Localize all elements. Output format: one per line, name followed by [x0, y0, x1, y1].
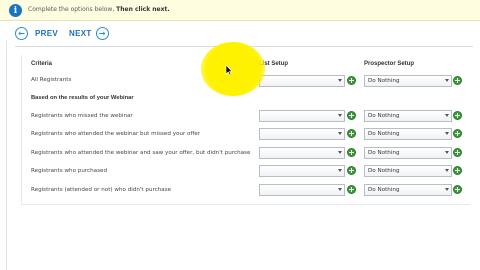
chevron-down-icon [445, 169, 449, 172]
chevron-down-icon [338, 151, 342, 154]
plus-icon[interactable]: + [453, 129, 462, 138]
plus-icon[interactable]: + [453, 76, 462, 85]
list-setup-select[interactable] [259, 110, 345, 122]
next-label: NEXT [69, 29, 92, 38]
prospector-setup-value: Do Nothing [368, 113, 400, 119]
cursor-highlight [201, 42, 265, 96]
prospector-setup-select[interactable]: Do Nothing [364, 184, 452, 196]
row-criteria: Registrants (attended or not) who didn't… [31, 187, 172, 193]
plus-icon[interactable]: + [453, 111, 462, 120]
chevron-down-icon [445, 151, 449, 154]
arrow-left-icon: ← [15, 27, 28, 40]
prospector-setup-select[interactable]: Do Nothing [364, 128, 452, 140]
list-setup-select[interactable] [259, 128, 345, 140]
section-title: Based on the results of your Webinar [31, 95, 134, 101]
prospector-setup-value: Do Nothing [368, 131, 400, 137]
next-button[interactable]: NEXT → [69, 27, 109, 40]
plus-icon[interactable]: + [453, 185, 462, 194]
list-setup-select[interactable] [259, 184, 345, 196]
chevron-down-icon [338, 188, 342, 191]
prospector-setup-select[interactable]: Do Nothing [364, 165, 452, 177]
prospector-setup-value: Do Nothing [368, 168, 400, 174]
plus-icon[interactable]: + [347, 111, 356, 120]
row-criteria: Registrants who attended the webinar but… [31, 131, 201, 137]
mouse-cursor-icon [225, 64, 233, 76]
plus-icon[interactable]: + [453, 166, 462, 175]
chevron-down-icon [445, 132, 449, 135]
prospector-setup-value: Do Nothing [368, 187, 400, 193]
row-criteria: Registrants who attended the webinar and… [31, 150, 251, 156]
info-icon: i [9, 4, 22, 17]
chevron-down-icon [338, 132, 342, 135]
list-setup-select[interactable] [259, 165, 345, 177]
notice-bar: i Complete the options below, Then click… [0, 0, 480, 21]
chevron-down-icon [445, 114, 449, 117]
criteria-header: Criteria [31, 61, 53, 67]
plus-icon[interactable]: + [453, 148, 462, 157]
row-criteria: Registrants who missed the webinar [31, 113, 133, 119]
prev-label: PREV [35, 29, 58, 38]
prospector-setup-value: Do Nothing [368, 78, 400, 84]
plus-icon[interactable]: + [347, 185, 356, 194]
prospector-setup-header: Prospector Setup [364, 61, 415, 67]
arrow-right-icon: → [95, 27, 109, 40]
prev-button[interactable]: ← PREV [15, 27, 58, 40]
prospector-setup-select[interactable]: Do Nothing [364, 147, 452, 159]
list-setup-select[interactable] [259, 75, 345, 87]
row-criteria: All Registrants [31, 77, 72, 83]
chevron-down-icon [338, 114, 342, 117]
prospector-setup-select[interactable]: Do Nothing [364, 110, 452, 122]
chevron-down-icon [338, 169, 342, 172]
left-rule [6, 40, 7, 270]
plus-icon[interactable]: + [347, 129, 356, 138]
notice-text: Complete the options below, Then click n… [28, 6, 170, 13]
plus-icon[interactable]: + [347, 76, 356, 85]
chevron-down-icon [338, 79, 342, 82]
prospector-setup-value: Do Nothing [368, 150, 400, 156]
plus-icon[interactable]: + [347, 148, 356, 157]
prospector-setup-select[interactable]: Do Nothing [364, 75, 452, 87]
chevron-down-icon [445, 188, 449, 191]
plus-icon[interactable]: + [347, 166, 356, 175]
notice-text-main: Complete the options below, [28, 6, 115, 13]
chevron-down-icon [445, 79, 449, 82]
page: i Complete the options below, Then click… [0, 0, 480, 270]
row-criteria: Registrants who purchased [31, 168, 107, 174]
notice-text-bold: Then click next. [116, 6, 170, 13]
list-setup-select[interactable] [259, 147, 345, 159]
